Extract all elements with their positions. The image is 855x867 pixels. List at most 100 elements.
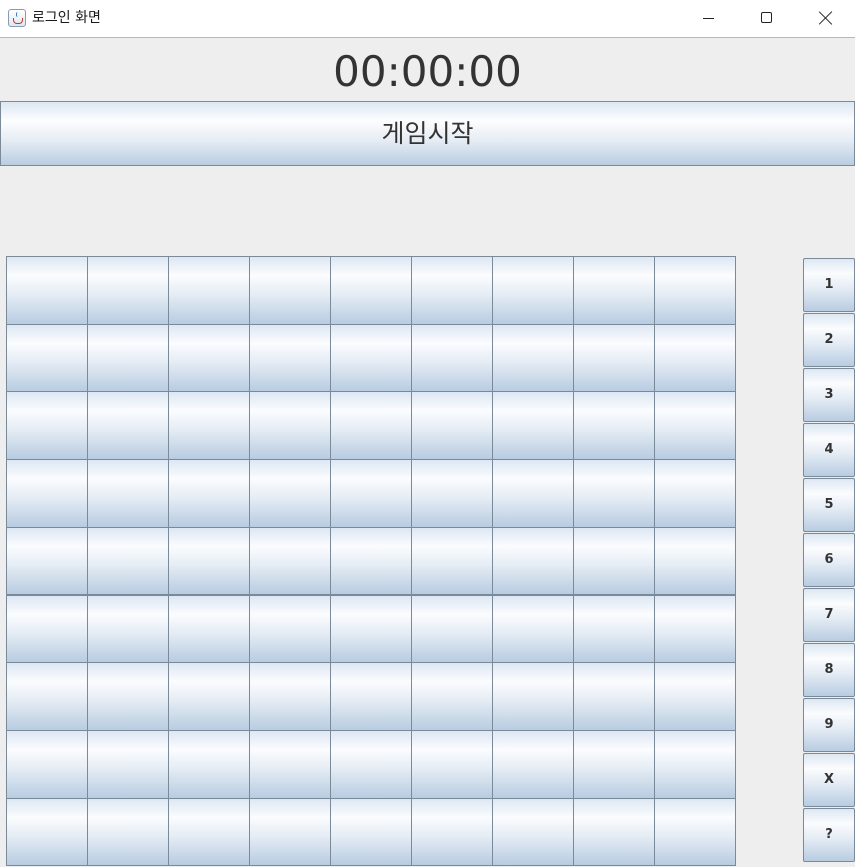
grid-cell-r8-c2[interactable] [87, 729, 169, 799]
grid-cell-r4-c7[interactable] [492, 459, 574, 528]
grid-cell-r8-c3[interactable] [168, 729, 250, 799]
grid-cell-r4-c3[interactable] [168, 459, 250, 528]
grid-cell-r8-c9[interactable] [654, 729, 736, 799]
minimize-icon [703, 18, 714, 19]
number-pad-button-4[interactable]: 4 [803, 423, 855, 477]
grid-cell-r4-c1[interactable] [6, 459, 88, 528]
grid-cell-r1-c6[interactable] [411, 256, 493, 325]
grid-cell-r9-c9[interactable] [654, 797, 736, 867]
grid-cell-r1-c3[interactable] [168, 256, 250, 325]
grid-cell-r6-c6[interactable] [411, 594, 493, 664]
grid-cell-r1-c8[interactable] [573, 256, 655, 325]
grid-cell-r1-c5[interactable] [330, 256, 412, 325]
grid-cell-r9-c5[interactable] [330, 797, 412, 867]
grid-cell-r2-c8[interactable] [573, 323, 655, 393]
grid-cell-r3-c3[interactable] [168, 391, 250, 461]
grid-cell-r9-c7[interactable] [492, 797, 574, 867]
grid-cell-r6-c7[interactable] [492, 594, 574, 664]
number-pad-button-7[interactable]: 7 [803, 588, 855, 642]
grid-cell-r1-c2[interactable] [87, 256, 169, 325]
grid-cell-r1-c1[interactable] [6, 256, 88, 325]
grid-cell-r5-c5[interactable] [330, 526, 412, 596]
grid-cell-r9-c6[interactable] [411, 797, 493, 867]
grid-cell-r2-c2[interactable] [87, 323, 169, 393]
game-window: 로그인 화면 00:00:00 게임시작 1 2 3 4 5 6 7 8 9 X? [0, 0, 855, 867]
grid-cell-r4-c5[interactable] [330, 459, 412, 528]
java-cup-icon [8, 9, 26, 27]
number-pad-button-2[interactable]: 2 [803, 313, 855, 367]
minimize-button[interactable] [680, 0, 738, 37]
grid-cell-r1-c4[interactable] [249, 256, 331, 325]
grid-cell-r2-c7[interactable] [492, 323, 574, 393]
grid-cell-r2-c4[interactable] [249, 323, 331, 393]
grid-cell-r8-c1[interactable] [6, 729, 88, 799]
grid-cell-r7-c9[interactable] [654, 662, 736, 731]
number-pad-button-clear[interactable]: X [803, 753, 855, 807]
number-pad-button-5[interactable]: 5 [803, 478, 855, 532]
grid-cell-r7-c4[interactable] [249, 662, 331, 731]
grid-cell-r5-c3[interactable] [168, 526, 250, 596]
grid-cell-r6-c4[interactable] [249, 594, 331, 664]
grid-cell-r2-c9[interactable] [654, 323, 736, 393]
grid-cell-r4-c2[interactable] [87, 459, 169, 528]
grid-cell-r3-c4[interactable] [249, 391, 331, 461]
grid-cell-r6-c3[interactable] [168, 594, 250, 664]
grid-cell-r2-c1[interactable] [6, 323, 88, 393]
number-pad-button-1[interactable]: 1 [803, 258, 855, 312]
grid-cell-r8-c7[interactable] [492, 729, 574, 799]
grid-cell-r3-c6[interactable] [411, 391, 493, 461]
number-pad-button-6[interactable]: 6 [803, 533, 855, 587]
grid-cell-r7-c3[interactable] [168, 662, 250, 731]
number-pad-button-hint[interactable]: ? [803, 808, 855, 862]
grid-cell-r5-c7[interactable] [492, 526, 574, 596]
grid-cell-r5-c2[interactable] [87, 526, 169, 596]
grid-cell-r5-c6[interactable] [411, 526, 493, 596]
grid-cell-r4-c8[interactable] [573, 459, 655, 528]
grid-cell-r9-c1[interactable] [6, 797, 88, 867]
grid-cell-r6-c5[interactable] [330, 594, 412, 664]
grid-cell-r7-c8[interactable] [573, 662, 655, 731]
grid-cell-r3-c1[interactable] [6, 391, 88, 461]
grid-cell-r8-c6[interactable] [411, 729, 493, 799]
grid-cell-r7-c2[interactable] [87, 662, 169, 731]
grid-cell-r3-c2[interactable] [87, 391, 169, 461]
grid-cell-r9-c8[interactable] [573, 797, 655, 867]
grid-cell-r3-c7[interactable] [492, 391, 574, 461]
grid-cell-r8-c5[interactable] [330, 729, 412, 799]
grid-cell-r8-c8[interactable] [573, 729, 655, 799]
close-button[interactable] [797, 0, 855, 37]
grid-cell-r3-c5[interactable] [330, 391, 412, 461]
grid-cell-r7-c6[interactable] [411, 662, 493, 731]
number-pad-button-3[interactable]: 3 [803, 368, 855, 422]
grid-cell-r9-c3[interactable] [168, 797, 250, 867]
grid-cell-r8-c4[interactable] [249, 729, 331, 799]
grid-cell-r5-c9[interactable] [654, 526, 736, 596]
grid-cell-r7-c1[interactable] [6, 662, 88, 731]
grid-cell-r1-c7[interactable] [492, 256, 574, 325]
start-game-button[interactable]: 게임시작 [0, 101, 855, 166]
grid-cell-r5-c1[interactable] [6, 526, 88, 596]
grid-cell-r3-c8[interactable] [573, 391, 655, 461]
maximize-button[interactable] [738, 0, 796, 37]
grid-cell-r6-c8[interactable] [573, 594, 655, 664]
grid-cell-r9-c4[interactable] [249, 797, 331, 867]
grid-cell-r2-c5[interactable] [330, 323, 412, 393]
grid-cell-r4-c4[interactable] [249, 459, 331, 528]
grid-cell-r4-c6[interactable] [411, 459, 493, 528]
grid-cell-r2-c6[interactable] [411, 323, 493, 393]
grid-cell-r6-c1[interactable] [6, 594, 88, 664]
grid-cell-r2-c3[interactable] [168, 323, 250, 393]
grid-cell-r6-c2[interactable] [87, 594, 169, 664]
title-bar: 로그인 화면 [0, 0, 855, 38]
grid-cell-r7-c7[interactable] [492, 662, 574, 731]
grid-cell-r4-c9[interactable] [654, 459, 736, 528]
number-pad-button-8[interactable]: 8 [803, 643, 855, 697]
grid-cell-r9-c2[interactable] [87, 797, 169, 867]
grid-cell-r3-c9[interactable] [654, 391, 736, 461]
grid-cell-r7-c5[interactable] [330, 662, 412, 731]
number-pad-button-9[interactable]: 9 [803, 698, 855, 752]
grid-cell-r5-c4[interactable] [249, 526, 331, 596]
grid-cell-r1-c9[interactable] [654, 256, 736, 325]
grid-cell-r6-c9[interactable] [654, 594, 736, 664]
grid-cell-r5-c8[interactable] [573, 526, 655, 596]
